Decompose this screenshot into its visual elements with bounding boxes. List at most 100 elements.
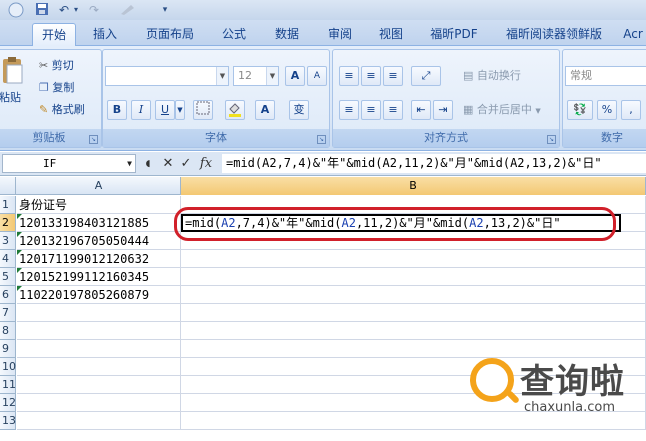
format-painter-button[interactable]: ✎ 格式刷 bbox=[39, 100, 85, 120]
insert-function-icon[interactable]: fx bbox=[196, 155, 216, 173]
cell-b[interactable] bbox=[181, 268, 646, 286]
font-launcher-icon[interactable]: ↘ bbox=[317, 135, 326, 144]
formula-input[interactable]: =mid(A2,7,4)&"年"&mid(A2,11,2)&"月"&mid(A2… bbox=[222, 154, 646, 173]
bold-button[interactable]: B bbox=[107, 100, 127, 120]
cell-a[interactable]: 120152199112160345 bbox=[17, 268, 181, 286]
align-top-icon[interactable]: ≡ bbox=[339, 66, 359, 86]
align-left-icon[interactable]: ≡ bbox=[339, 100, 359, 120]
increase-indent-icon[interactable]: ⇥ bbox=[433, 100, 453, 120]
currency-icon[interactable]: 💱 bbox=[567, 100, 593, 120]
cell-a[interactable] bbox=[17, 394, 181, 412]
row-header[interactable]: 1 bbox=[0, 196, 16, 214]
alignment-launcher-icon[interactable]: ↘ bbox=[547, 135, 556, 144]
cell-b[interactable] bbox=[181, 322, 646, 340]
number-format-combo[interactable]: 常规 bbox=[565, 66, 646, 86]
cell-a[interactable] bbox=[17, 412, 181, 430]
row-header[interactable]: 13 bbox=[0, 412, 16, 430]
cell-a[interactable] bbox=[17, 340, 181, 358]
align-right-icon[interactable]: ≡ bbox=[383, 100, 403, 120]
chevron-down-icon[interactable]: ▼ bbox=[216, 67, 228, 85]
paste-icon[interactable] bbox=[1, 56, 25, 86]
underline-button[interactable]: U bbox=[155, 100, 175, 120]
cell-a[interactable]: 110220197805260879 bbox=[17, 286, 181, 304]
tab-acrobat[interactable]: Acr bbox=[618, 23, 646, 46]
align-middle-icon[interactable]: ≡ bbox=[361, 66, 381, 86]
customize-qat-icon[interactable]: ▾ bbox=[160, 2, 170, 18]
row-header[interactable]: 6 bbox=[0, 286, 16, 304]
tab-insert[interactable]: 插入 bbox=[84, 23, 126, 46]
error-indicator-icon[interactable] bbox=[17, 286, 22, 291]
name-box[interactable]: IF ▼ bbox=[2, 154, 136, 173]
formula-bar-expand-icon[interactable]: ◖ bbox=[140, 155, 156, 173]
clipboard-launcher-icon[interactable]: ↘ bbox=[89, 135, 98, 144]
cell-a[interactable]: 身份证号 bbox=[17, 196, 181, 214]
tab-view[interactable]: 视图 bbox=[370, 23, 412, 46]
tab-data[interactable]: 数据 bbox=[266, 23, 308, 46]
phonetic-button[interactable]: 变 bbox=[289, 100, 309, 120]
column-header-b[interactable]: B bbox=[181, 177, 646, 195]
tab-page-layout[interactable]: 页面布局 bbox=[138, 23, 202, 46]
row-header[interactable]: 9 bbox=[0, 340, 16, 358]
error-indicator-icon[interactable] bbox=[17, 250, 22, 255]
shrink-font-button[interactable]: A bbox=[307, 66, 327, 86]
wrap-text-button[interactable]: ▤ 自动换行 bbox=[463, 66, 521, 86]
row-header[interactable]: 2 bbox=[0, 214, 16, 232]
chevron-down-icon[interactable]: ▼ bbox=[127, 155, 132, 172]
cell-a[interactable]: 120171199012120632 bbox=[17, 250, 181, 268]
orientation-icon[interactable]: ⤢ bbox=[411, 66, 441, 86]
chevron-down-icon[interactable]: ▼ bbox=[266, 67, 278, 85]
tab-foxit-pdf[interactable]: 福昕PDF bbox=[420, 23, 488, 46]
cell-a[interactable] bbox=[17, 304, 181, 322]
tab-foxit-reader[interactable]: 福昕阅读器领鲜版 bbox=[498, 23, 610, 46]
row-header[interactable]: 8 bbox=[0, 322, 16, 340]
cell-a[interactable]: 120133198403121885 bbox=[17, 214, 181, 232]
save-icon[interactable] bbox=[34, 2, 50, 18]
cell-a[interactable]: 120132196705050444 bbox=[17, 232, 181, 250]
cell-a[interactable] bbox=[17, 358, 181, 376]
error-indicator-icon[interactable] bbox=[17, 232, 22, 237]
fill-color-icon[interactable] bbox=[225, 100, 245, 120]
tab-formulas[interactable]: 公式 bbox=[212, 23, 256, 46]
cell-b[interactable] bbox=[181, 286, 646, 304]
cell-a[interactable] bbox=[17, 376, 181, 394]
undo-icon[interactable]: ↶ bbox=[56, 2, 72, 18]
cancel-icon[interactable]: ✕ bbox=[160, 155, 176, 173]
chevron-down-icon[interactable]: ▼ bbox=[535, 107, 540, 115]
borders-icon[interactable] bbox=[193, 100, 213, 120]
tab-review[interactable]: 审阅 bbox=[318, 23, 362, 46]
row-header[interactable]: 10 bbox=[0, 358, 16, 376]
row-header[interactable]: 3 bbox=[0, 232, 16, 250]
grow-font-button[interactable]: A bbox=[285, 66, 305, 86]
merge-center-button[interactable]: ▦ 合并后居中 ▼ bbox=[463, 100, 541, 120]
column-header-a[interactable]: A bbox=[17, 177, 181, 195]
error-indicator-icon[interactable] bbox=[17, 268, 22, 273]
underline-dropdown-icon[interactable]: ▼ bbox=[175, 100, 185, 120]
align-center-icon[interactable]: ≡ bbox=[361, 100, 381, 120]
undo-dropdown-icon[interactable]: ▾ bbox=[72, 2, 80, 18]
align-bottom-icon[interactable]: ≡ bbox=[383, 66, 403, 86]
error-indicator-icon[interactable] bbox=[17, 214, 22, 219]
font-name-combo[interactable]: ▼ bbox=[105, 66, 229, 86]
row-header[interactable]: 4 bbox=[0, 250, 16, 268]
redo-icon[interactable]: ↷ bbox=[86, 2, 102, 18]
cell-b[interactable] bbox=[181, 250, 646, 268]
select-all-corner[interactable] bbox=[0, 177, 16, 195]
italic-button[interactable]: I bbox=[131, 100, 151, 120]
row-header[interactable]: 7 bbox=[0, 304, 16, 322]
brush-icon[interactable] bbox=[118, 2, 140, 18]
decrease-indent-icon[interactable]: ⇤ bbox=[411, 100, 431, 120]
cell-a[interactable] bbox=[17, 322, 181, 340]
comma-button[interactable]: , bbox=[621, 100, 641, 120]
percent-button[interactable]: % bbox=[597, 100, 617, 120]
cut-button[interactable]: ✂ 剪切 bbox=[39, 56, 74, 76]
row-header[interactable]: 11 bbox=[0, 376, 16, 394]
font-color-icon[interactable]: A bbox=[255, 100, 275, 120]
row-header[interactable]: 5 bbox=[0, 268, 16, 286]
tab-home[interactable]: 开始 bbox=[32, 23, 76, 46]
paste-button[interactable]: 粘贴 bbox=[0, 88, 21, 108]
app-menu-icon[interactable] bbox=[4, 2, 28, 18]
enter-icon[interactable]: ✓ bbox=[178, 155, 194, 173]
copy-button[interactable]: ❐ 复制 bbox=[39, 78, 74, 98]
cell-b[interactable] bbox=[181, 304, 646, 322]
font-size-combo[interactable]: 12 ▼ bbox=[233, 66, 279, 86]
